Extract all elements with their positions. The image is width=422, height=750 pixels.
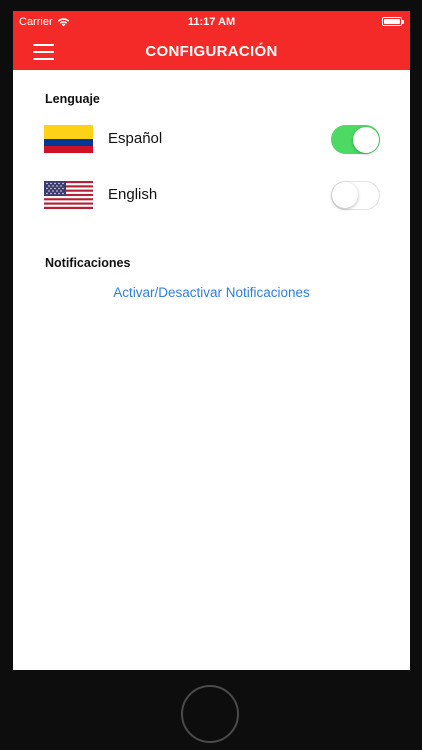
navigation-bar: CONFIGURACIÓN: [13, 33, 410, 70]
colombia-flag-icon: [44, 125, 93, 153]
notifications-section-title: Notificaciones: [45, 256, 131, 270]
toggle-knob: [352, 126, 379, 153]
language-option-spanish[interactable]: Español: [13, 125, 410, 165]
language-option-english[interactable]: English: [13, 181, 410, 221]
spanish-toggle[interactable]: [331, 125, 380, 154]
status-bar: Carrier 11:17 AM: [13, 11, 410, 33]
language-label-english: English: [108, 186, 158, 203]
english-toggle[interactable]: [331, 181, 380, 210]
page-title: CONFIGURACIÓN: [145, 43, 278, 60]
status-time: 11:17 AM: [187, 16, 236, 28]
home-button[interactable]: [181, 685, 239, 743]
toggle-notifications-link[interactable]: Activar/Desactivar Notificaciones: [13, 285, 410, 300]
usa-flag-icon: [44, 181, 93, 209]
phone-frame: Carrier 11:17 AM CONFIGURACIÓN Lenguaje …: [0, 0, 422, 750]
app-screen: Carrier 11:17 AM CONFIGURACIÓN Lenguaje …: [13, 11, 410, 670]
language-label-spanish: Español: [108, 130, 163, 147]
battery-icon: [382, 17, 404, 26]
battery-level: [384, 19, 400, 24]
language-section-title: Lenguaje: [45, 92, 100, 106]
toggle-knob: [332, 182, 358, 208]
